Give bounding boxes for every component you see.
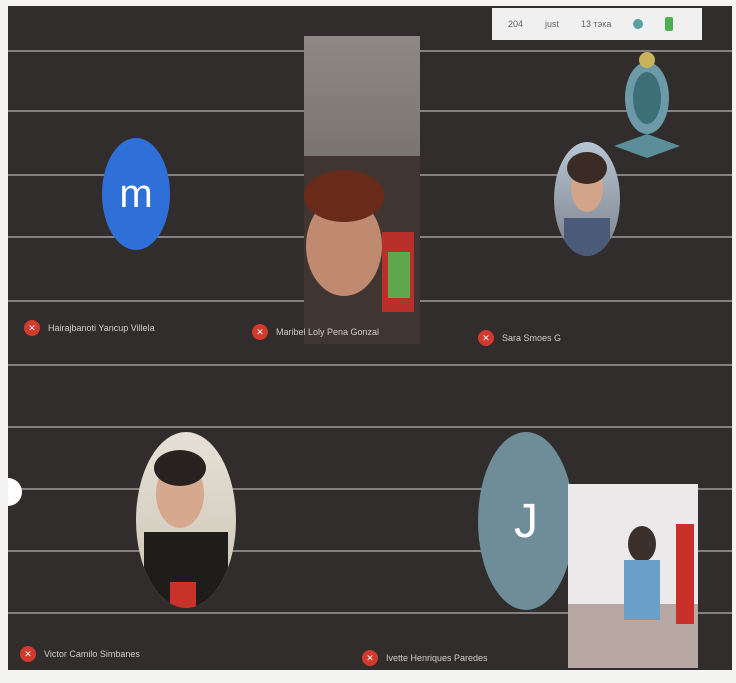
participant-video[interactable] [136, 432, 236, 608]
mic-off-icon[interactable]: ✕ [252, 324, 268, 340]
participant-avatar-j[interactable]: J [478, 432, 574, 610]
participant-video[interactable] [568, 484, 698, 668]
top-bar-item[interactable]: 13 тэка [581, 19, 611, 29]
participant-name-row: ✕ Hairajbanoti Yancup Villela [24, 320, 155, 336]
participant-name: Hairajbanoti Yancup Villela [48, 323, 155, 333]
top-bar-item[interactable]: just [545, 19, 559, 29]
participant-photo [144, 450, 228, 608]
participant-name-row: ✕ Sara Smoes G [478, 330, 561, 346]
mic-off-icon[interactable]: ✕ [24, 320, 40, 336]
participant-name: Ivette Henriques Paredes [386, 653, 488, 663]
participant-photo [564, 152, 610, 256]
participant-photo [304, 156, 420, 344]
side-panel-handle[interactable] [8, 478, 22, 506]
participant-name-row: ✕ Maribel Loly Pena Gonzal [252, 324, 379, 340]
video-call-grid: m ✕ Hairajbanoti Yancup Villela ✕ Maribe… [8, 6, 732, 670]
emblem-icon [612, 46, 682, 167]
mic-off-icon[interactable]: ✕ [478, 330, 494, 346]
participant-avatar-m[interactable]: m [102, 138, 170, 250]
participant-name: Sara Smoes G [502, 333, 562, 343]
participant-name: Victor Camilo Simbanes [44, 649, 140, 659]
participant-name-row: ✕ Ivette Henriques Paredes [362, 650, 488, 666]
mic-off-icon[interactable]: ✕ [20, 646, 36, 662]
participant-name-row: ✕ Victor Camilo Simbanes [20, 646, 140, 662]
participant-name: Maribel Loly Pena Gonzal [276, 327, 380, 337]
mic-off-icon[interactable]: ✕ [362, 650, 378, 666]
participant-video[interactable] [304, 36, 420, 344]
top-bar: 204 just 13 тэка [492, 8, 702, 40]
participant-photo [568, 524, 698, 668]
top-bar-item[interactable]: 204 [508, 19, 523, 29]
participant-video[interactable] [554, 142, 620, 256]
battery-icon [665, 17, 674, 31]
person-icon[interactable] [633, 19, 644, 29]
